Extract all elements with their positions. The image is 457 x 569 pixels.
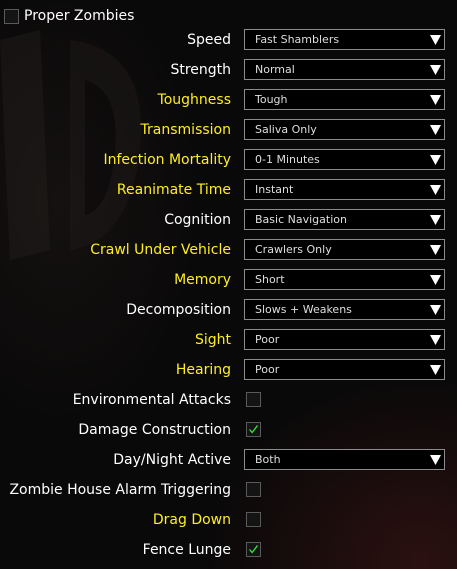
toughness-dropdown-value: Tough	[255, 93, 288, 106]
dropdown-arrow-icon	[430, 365, 441, 375]
crawl-under-vehicle-dropdown[interactable]: Crawlers Only	[244, 239, 445, 260]
sight-dropdown[interactable]: Poor	[244, 329, 445, 350]
dropdown-arrow-icon	[430, 65, 441, 75]
dropdown-arrow-icon	[430, 335, 441, 345]
setting-row-hearing: Hearing Poor	[0, 355, 457, 385]
checkmark-icon	[249, 425, 259, 434]
setting-row-toughness: Toughness Tough	[0, 85, 457, 115]
hearing-label: Hearing	[175, 362, 231, 378]
strength-dropdown[interactable]: Normal	[244, 59, 445, 80]
memory-dropdown[interactable]: Short	[244, 269, 445, 290]
fence-lunge-checkbox[interactable]	[246, 542, 261, 557]
strength-label: Strength	[170, 62, 231, 78]
drag-down-label: Drag Down	[152, 512, 231, 528]
setting-row-environmental-attacks: Environmental Attacks	[0, 385, 457, 415]
sight-dropdown-value: Poor	[255, 333, 280, 346]
cognition-dropdown[interactable]: Basic Navigation	[244, 209, 445, 230]
infection-mortality-dropdown[interactable]: 0-1 Minutes	[244, 149, 445, 170]
damage-construction-checkbox[interactable]	[246, 422, 261, 437]
sight-label: Sight	[194, 332, 231, 348]
setting-row-crawl-under-vehicle: Crawl Under Vehicle Crawlers Only	[0, 235, 457, 265]
day-night-active-label: Day/Night Active	[113, 452, 231, 468]
infection-mortality-dropdown-value: 0-1 Minutes	[255, 153, 320, 166]
infection-mortality-label: Infection Mortality	[103, 152, 231, 168]
cognition-dropdown-value: Basic Navigation	[255, 213, 347, 226]
dropdown-arrow-icon	[430, 305, 441, 315]
setting-row-decomposition: Decomposition Slows + Weakens	[0, 295, 457, 325]
setting-row-speed: Speed Fast Shamblers	[0, 25, 457, 55]
dropdown-arrow-icon	[430, 245, 441, 255]
setting-row-cognition: Cognition Basic Navigation	[0, 205, 457, 235]
environmental-attacks-checkbox[interactable]	[246, 392, 261, 407]
dropdown-arrow-icon	[430, 155, 441, 165]
drag-down-checkbox[interactable]	[246, 512, 261, 527]
proper-zombies-header: Proper Zombies	[4, 6, 134, 26]
decomposition-dropdown[interactable]: Slows + Weakens	[244, 299, 445, 320]
dropdown-arrow-icon	[430, 95, 441, 105]
crawl-under-vehicle-dropdown-value: Crawlers Only	[255, 243, 332, 256]
transmission-label: Transmission	[140, 122, 231, 138]
dropdown-arrow-icon	[430, 455, 441, 465]
day-night-active-dropdown[interactable]: Both	[244, 449, 445, 470]
setting-row-damage-construction: Damage Construction	[0, 415, 457, 445]
memory-dropdown-value: Short	[255, 273, 285, 286]
checkmark-icon	[249, 545, 259, 554]
transmission-dropdown[interactable]: Saliva Only	[244, 119, 445, 140]
setting-row-infection-mortality: Infection Mortality 0-1 Minutes	[0, 145, 457, 175]
speed-label: Speed	[187, 32, 231, 48]
setting-row-sight: Sight Poor	[0, 325, 457, 355]
speed-dropdown[interactable]: Fast Shamblers	[244, 29, 445, 50]
cognition-label: Cognition	[164, 212, 231, 228]
setting-row-zombie-house-alarm-triggering: Zombie House Alarm Triggering	[0, 475, 457, 505]
toughness-label: Toughness	[157, 92, 231, 108]
damage-construction-label: Damage Construction	[78, 422, 231, 438]
dropdown-arrow-icon	[430, 275, 441, 285]
dropdown-arrow-icon	[430, 125, 441, 135]
day-night-active-dropdown-value: Both	[255, 453, 281, 466]
zombie-house-alarm-triggering-checkbox[interactable]	[246, 482, 261, 497]
reanimate-time-dropdown-value: Instant	[255, 183, 294, 196]
zombie-house-alarm-triggering-label: Zombie House Alarm Triggering	[9, 482, 231, 498]
setting-row-drag-down: Drag Down	[0, 505, 457, 535]
reanimate-time-label: Reanimate Time	[116, 182, 231, 198]
environmental-attacks-label: Environmental Attacks	[72, 392, 231, 408]
setting-row-transmission: Transmission Saliva Only	[0, 115, 457, 145]
crawl-under-vehicle-label: Crawl Under Vehicle	[90, 242, 231, 258]
setting-row-fence-lunge: Fence Lunge	[0, 535, 457, 565]
decomposition-dropdown-value: Slows + Weakens	[255, 303, 352, 316]
settings-list: Speed Fast Shamblers Strength Normal Toughne…	[0, 25, 457, 565]
proper-zombies-label: Proper Zombies	[24, 8, 135, 24]
toughness-dropdown[interactable]: Tough	[244, 89, 445, 110]
dropdown-arrow-icon	[430, 35, 441, 45]
decomposition-label: Decomposition	[126, 302, 231, 318]
dropdown-arrow-icon	[430, 185, 441, 195]
speed-dropdown-value: Fast Shamblers	[255, 33, 340, 46]
memory-label: Memory	[174, 272, 231, 288]
setting-row-day-night-active: Day/Night Active Both	[0, 445, 457, 475]
transmission-dropdown-value: Saliva Only	[255, 123, 317, 136]
proper-zombies-checkbox[interactable]	[4, 8, 19, 24]
dropdown-arrow-icon	[430, 215, 441, 225]
setting-row-reanimate-time: Reanimate Time Instant	[0, 175, 457, 205]
setting-row-strength: Strength Normal	[0, 55, 457, 85]
hearing-dropdown-value: Poor	[255, 363, 280, 376]
reanimate-time-dropdown[interactable]: Instant	[244, 179, 445, 200]
strength-dropdown-value: Normal	[255, 63, 295, 76]
hearing-dropdown[interactable]: Poor	[244, 359, 445, 380]
fence-lunge-label: Fence Lunge	[142, 542, 231, 558]
setting-row-memory: Memory Short	[0, 265, 457, 295]
